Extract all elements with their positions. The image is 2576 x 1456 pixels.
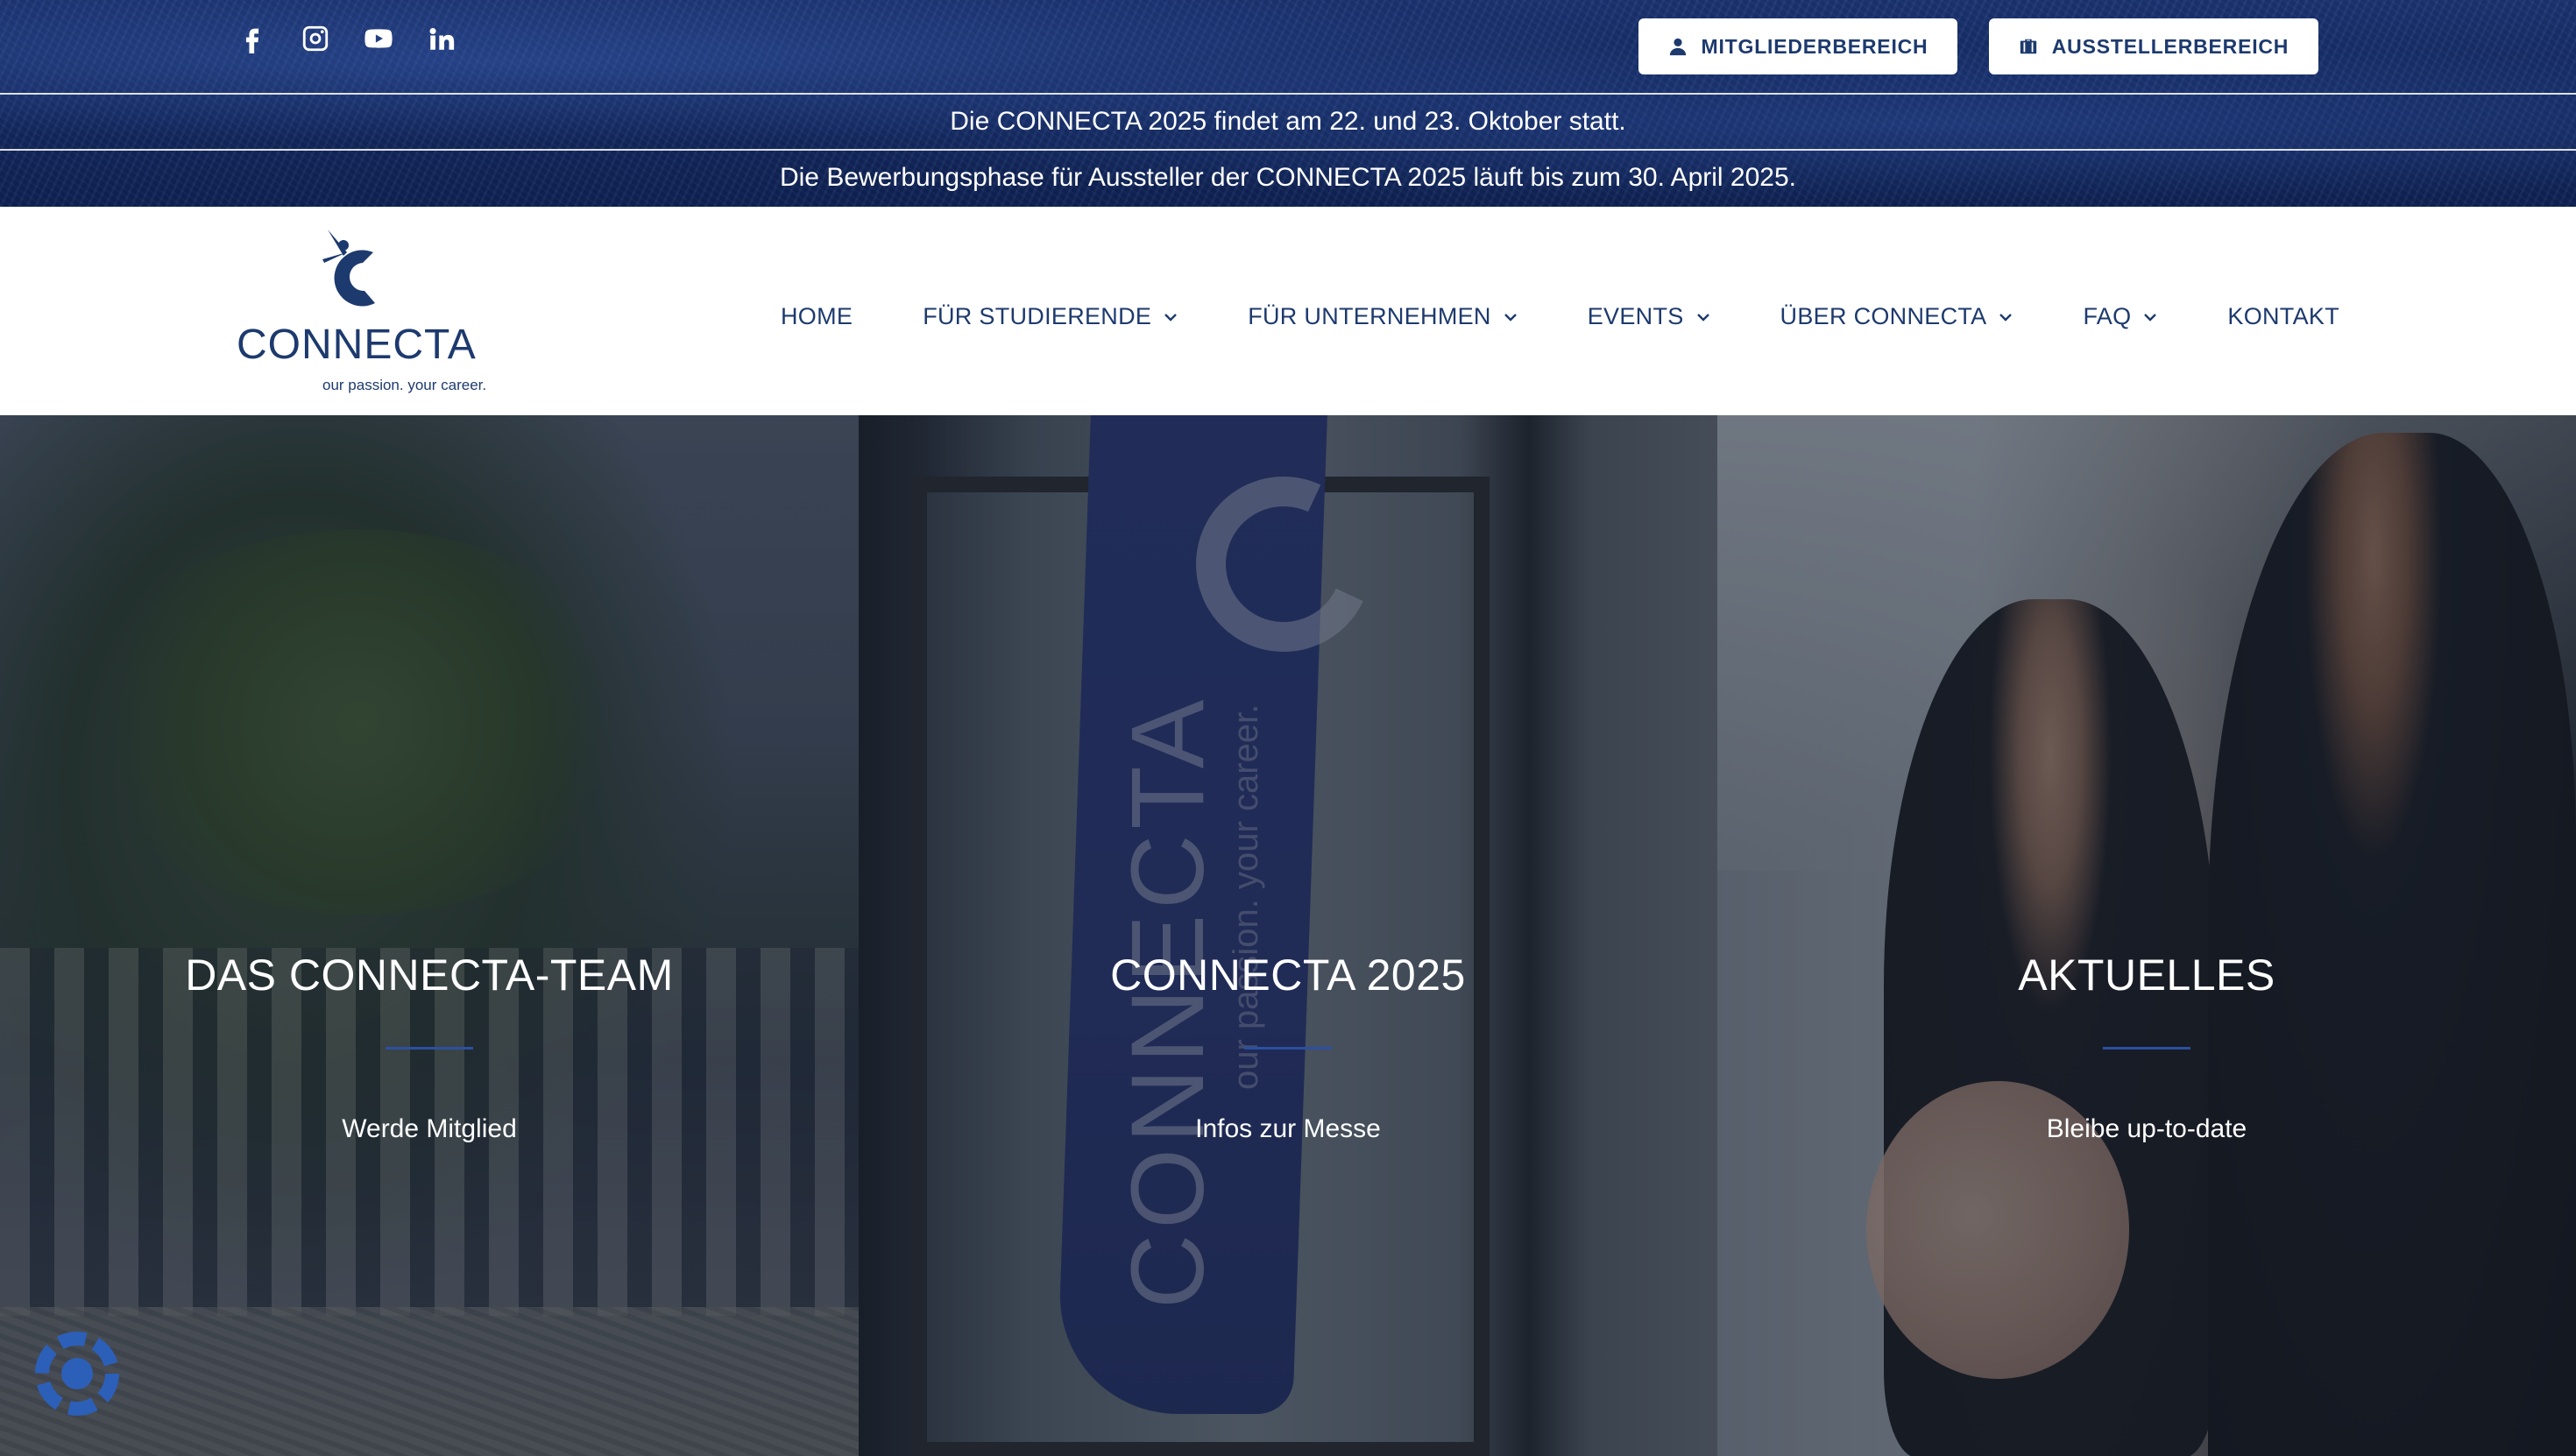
panel-overlay (0, 415, 859, 1456)
application-deadline-notice: Die Bewerbungsphase für Aussteller der C… (0, 149, 2576, 205)
panel-subtitle: Infos zur Messe (1195, 1114, 1381, 1143)
chevron-down-icon (1504, 313, 1517, 322)
panel-connecta-team[interactable]: DAS CONNECTA-TEAM Werde Mitglied (0, 415, 859, 1456)
nav-label: FAQ (2083, 303, 2132, 329)
members-area-button[interactable]: MITGLIEDERBEREICH (1638, 18, 1957, 74)
social-links (237, 23, 457, 54)
facebook-icon[interactable] (237, 23, 268, 54)
chevron-down-icon (1164, 313, 1178, 322)
nav-label: FÜR UNTERNEHMEN (1248, 303, 1491, 329)
panel-divider (2103, 1047, 2190, 1050)
panel-divider (386, 1047, 473, 1050)
connecta-logo-mark (322, 230, 375, 307)
panel-title: AKTUELLES (2018, 951, 2275, 1000)
logo-tagline: our passion. your career. (322, 377, 487, 393)
nav-kontakt[interactable]: KONTAKT (2227, 303, 2339, 330)
cookie-settings-icon[interactable] (35, 1332, 119, 1416)
exhibitors-area-button[interactable]: AUSSTELLERBEREICH (1989, 18, 2318, 74)
youtube-icon[interactable] (363, 23, 394, 54)
nav-events[interactable]: EVENTS (1588, 303, 1710, 330)
panel-connecta-2025[interactable]: CONNECTA our passion. your career. CONNE… (859, 415, 1717, 1456)
chevron-down-icon (1696, 313, 1709, 322)
panel-aktuelles[interactable]: AKTUELLES Bleibe up-to-date (1717, 415, 2576, 1456)
panel-subtitle: Werde Mitglied (342, 1114, 517, 1143)
chevron-down-icon (1999, 313, 2013, 322)
nav-fuer-unternehmen[interactable]: FÜR UNTERNEHMEN (1248, 303, 1518, 330)
panel-title: DAS CONNECTA-TEAM (185, 951, 674, 1000)
nav-label: KONTAKT (2227, 303, 2339, 329)
nav-label: EVENTS (1587, 303, 1684, 329)
nav-home[interactable]: HOME (781, 303, 853, 330)
connecta-logo[interactable]: CONNECTA our passion. your career. (235, 226, 498, 401)
site-header: CONNECTA our passion. your career. HOME … (0, 207, 2576, 415)
hero-panels: DAS CONNECTA-TEAM Werde Mitglied CONNECT… (0, 415, 2576, 1456)
logo-wordmark: CONNECTA (237, 322, 477, 368)
panel-title: CONNECTA 2025 (1110, 951, 1466, 1000)
nav-fuer-studierende[interactable]: FÜR STUDIERENDE (923, 303, 1178, 330)
user-icon (1669, 38, 1686, 56)
event-date-notice: Die CONNECTA 2025 findet am 22. und 23. … (0, 93, 2576, 149)
nav-faq[interactable]: FAQ (2083, 303, 2157, 330)
members-area-label: MITGLIEDERBEREICH (1701, 34, 1928, 58)
nav-label: FÜR STUDIERENDE (923, 303, 1152, 329)
linkedin-icon[interactable] (426, 23, 457, 54)
nav-label: ÜBER CONNECTA (1780, 303, 1987, 329)
panel-divider (1244, 1047, 1332, 1050)
instagram-icon[interactable] (300, 23, 331, 54)
main-navigation: HOME FÜR STUDIERENDE FÜR UNTERNEHMEN EVE… (781, 303, 2339, 330)
exhibitors-area-label: AUSSTELLERBEREICH (2051, 34, 2289, 58)
nav-ueber-connecta[interactable]: ÜBER CONNECTA (1780, 303, 2013, 330)
chevron-down-icon (2144, 313, 2157, 322)
panel-overlay (859, 415, 1717, 1456)
panel-subtitle: Bleibe up-to-date (2046, 1114, 2247, 1143)
top-bar: MITGLIEDERBEREICH AUSSTELLERBEREICH Die … (0, 0, 2576, 207)
briefcase-icon (2020, 39, 2036, 54)
panel-overlay (1717, 415, 2576, 1456)
nav-label: HOME (781, 303, 853, 329)
